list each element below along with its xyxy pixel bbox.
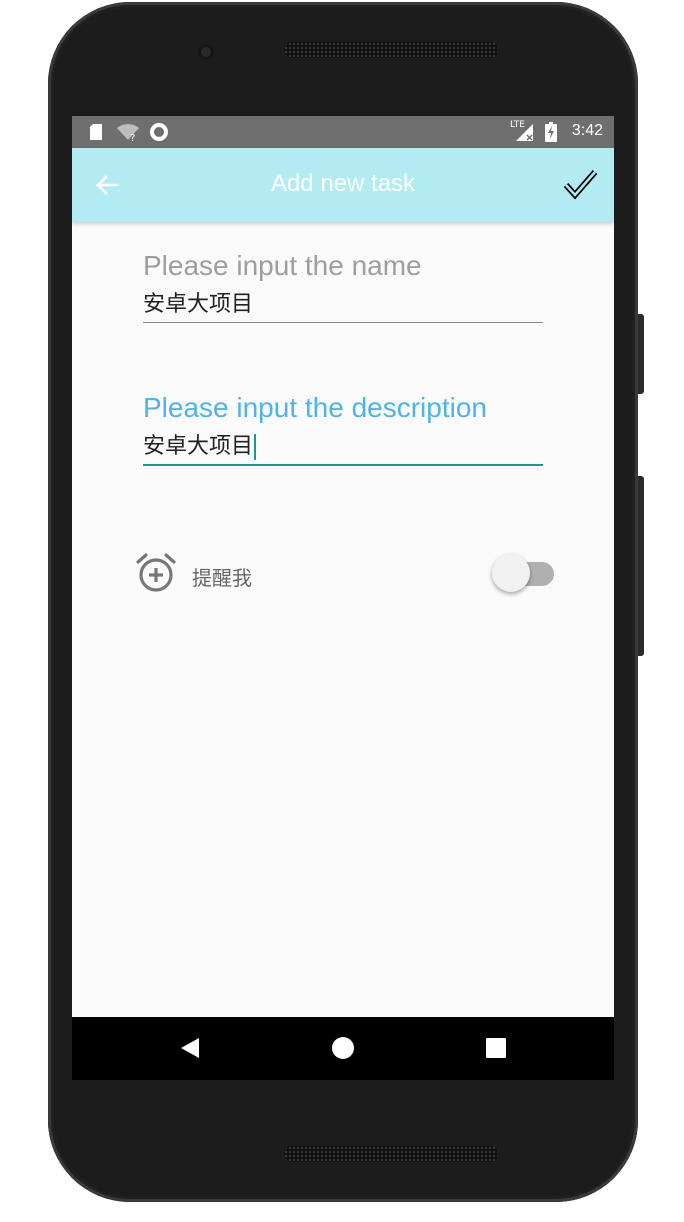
toggle-thumb	[492, 554, 530, 592]
top-speaker	[284, 42, 498, 58]
recents-square-icon[interactable]	[484, 1036, 508, 1060]
status-bar: ? LTE 3:42	[72, 116, 614, 148]
sync-icon	[150, 123, 168, 141]
signal-icon	[516, 124, 533, 141]
text-cursor	[254, 434, 257, 460]
description-field-text: 安卓大项目	[143, 434, 254, 459]
power-button	[638, 314, 644, 394]
battery-charging-icon	[545, 122, 557, 142]
name-field-value[interactable]: 安卓大项目	[143, 290, 543, 320]
description-field-value[interactable]: 安卓大项目	[143, 432, 543, 462]
navigation-bar	[72, 1017, 614, 1080]
reminder-label: 提醒我	[192, 566, 252, 590]
clock: 3:42	[571, 122, 603, 139]
description-field-underline	[143, 464, 543, 466]
description-field[interactable]: Please input the description 安卓大项目	[143, 392, 543, 466]
home-circle-icon[interactable]	[331, 1036, 355, 1060]
reminder-toggle[interactable]	[492, 553, 556, 595]
back-triangle-icon[interactable]	[178, 1036, 202, 1060]
page-title: Add new task	[270, 170, 416, 197]
front-camera	[198, 44, 214, 60]
name-field-text: 安卓大项目	[143, 292, 254, 317]
sd-card-icon	[90, 124, 102, 140]
reminder-row[interactable]: 提醒我	[134, 550, 252, 598]
name-field-hint: Please input the name	[143, 250, 422, 281]
name-field[interactable]: Please input the name 安卓大项目	[143, 250, 543, 323]
bottom-speaker	[284, 1146, 498, 1162]
device-screen: ? LTE 3:42 Add new task Please input the…	[72, 116, 614, 1080]
alarm-add-icon	[136, 553, 176, 592]
wifi-unknown-icon: ?	[117, 124, 139, 142]
name-field-underline	[143, 322, 543, 323]
check-icon[interactable]	[564, 168, 598, 200]
svg-text:?: ?	[130, 133, 135, 142]
volume-button	[638, 476, 644, 656]
app-bar: Add new task	[72, 148, 614, 222]
description-field-hint: Please input the description	[143, 392, 487, 423]
